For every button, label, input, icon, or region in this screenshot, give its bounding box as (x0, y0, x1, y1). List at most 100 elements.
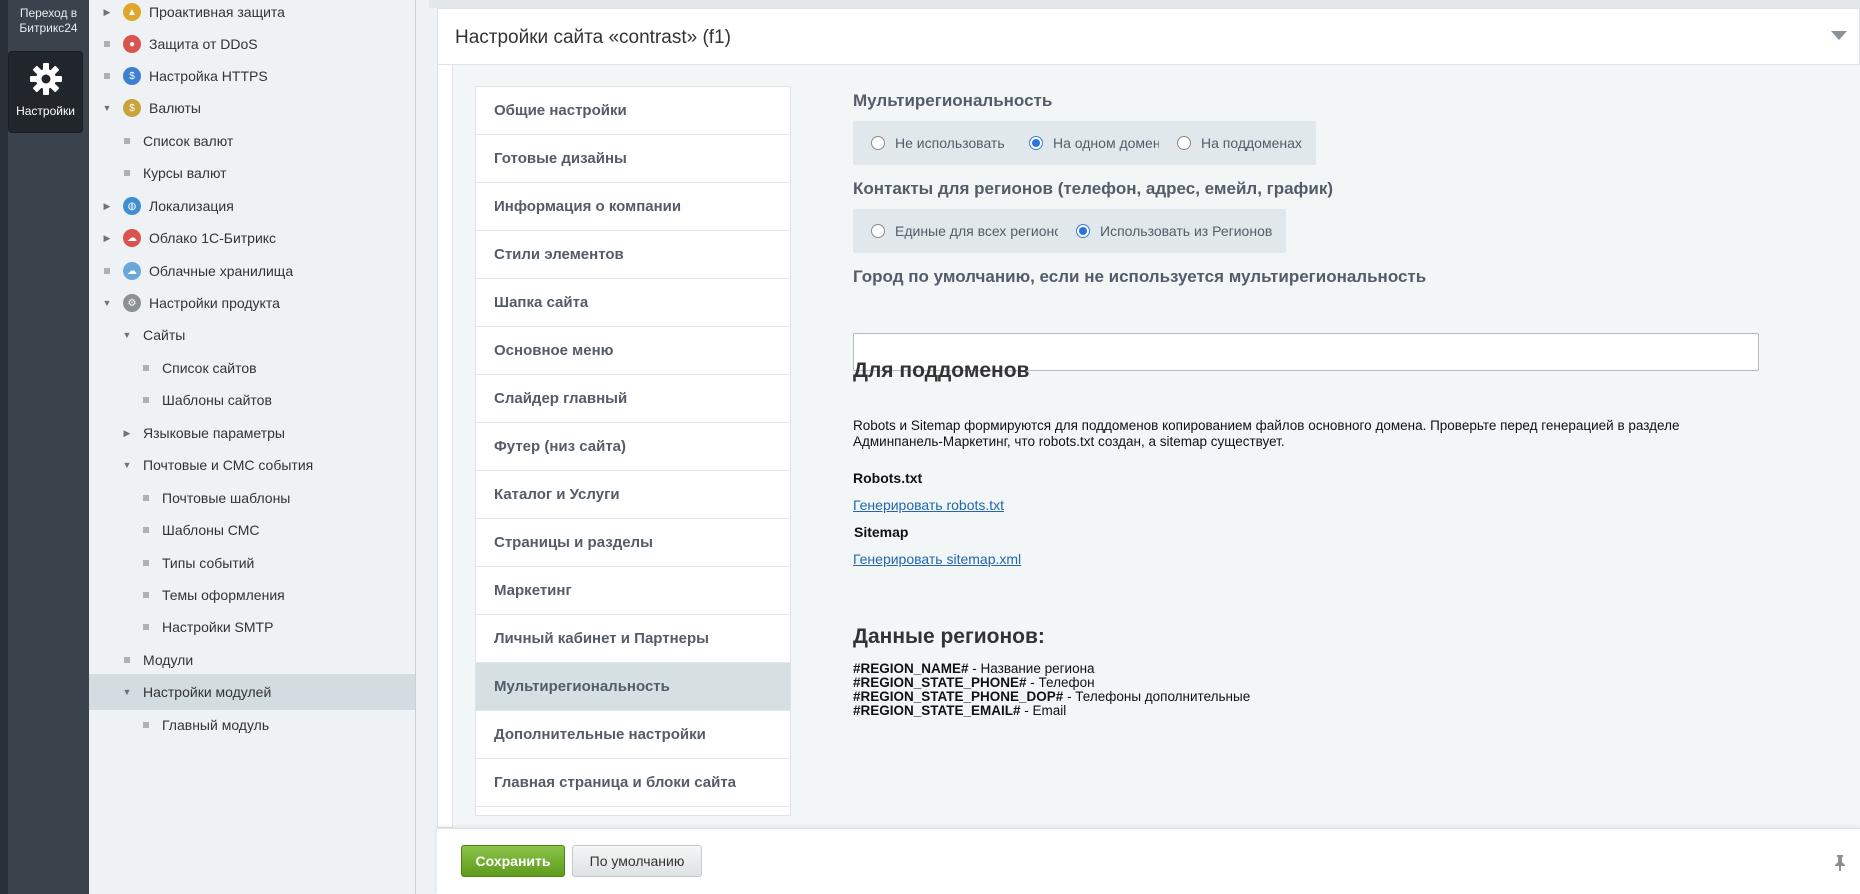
region-var-code: #REGION_STATE_EMAIL# (853, 703, 1021, 718)
left-edge-strip (0, 0, 8, 894)
admin-tree-menu: ▶ ▲ Проактивная защита ● Защита от DDoS $ Наст… (89, 0, 416, 894)
region-var-desc: - Телефоны дополнительные (1063, 689, 1251, 704)
radio-button[interactable] (1177, 136, 1191, 150)
region-var-desc: - Телефон (1026, 675, 1095, 690)
tree-item-label: Настройки модулей (143, 684, 272, 700)
collapse-icon[interactable] (1831, 31, 1847, 41)
tree-item-label: Настройка HTTPS (149, 68, 268, 84)
tree-item[interactable]: ▼ Сайты (89, 317, 415, 353)
goto-bitrix24-link[interactable]: Переход в Битрикс24 (8, 6, 89, 36)
tree-item[interactable]: Список сайтов (89, 350, 415, 386)
tree-item-label: Шаблоны сайтов (162, 392, 272, 408)
multiregion-option[interactable]: На поддоменах (1159, 121, 1316, 165)
expand-down-icon[interactable]: ▼ (101, 103, 113, 113)
settings-tab[interactable]: Страницы и разделы (476, 519, 790, 567)
default-button[interactable]: По умолчанию (572, 845, 702, 877)
settings-tab[interactable]: Стили элементов (476, 231, 790, 279)
bullet-icon (140, 365, 152, 371)
settings-tab[interactable]: Каталог и Услуги (476, 471, 790, 519)
expand-right-icon[interactable]: ▶ (101, 233, 113, 244)
generate-sitemap-link[interactable]: Генерировать sitemap.xml (853, 551, 1021, 567)
https-icon: $ (123, 67, 141, 85)
subdomains-description: Robots и Sitemap формируются для поддоме… (853, 418, 1680, 449)
settings-tab[interactable]: Главная страница и блоки сайта (476, 759, 790, 807)
tree-item[interactable]: Типы событий (89, 545, 415, 581)
settings-tab[interactable]: Общие настройки (476, 87, 790, 135)
tree-item-label: Облако 1С-Битрикс (149, 230, 277, 246)
contacts-option[interactable]: Использовать из Регионов (1058, 209, 1287, 253)
tree-item[interactable]: Темы оформления (89, 577, 415, 613)
settings-tab[interactable]: Мультирегиональность (476, 663, 790, 711)
settings-nav-button[interactable]: Настройки (8, 51, 83, 133)
tree-item[interactable]: ▶ Языковые параметры (89, 415, 415, 451)
settings-tab[interactable]: Дополнительные настройки (476, 711, 790, 759)
storage-icon: ☁ (123, 262, 141, 280)
bullet-icon (140, 527, 152, 533)
expand-down-icon[interactable]: ▼ (121, 330, 133, 340)
gear-icon: ⚙ (123, 294, 141, 312)
tree-item[interactable]: ▼ ⚙ Настройки продукта (89, 285, 415, 321)
radio-button[interactable] (1029, 136, 1043, 150)
settings-tab[interactable]: Маркетинг (476, 567, 790, 615)
tree-item[interactable]: Главный модуль (89, 707, 415, 743)
settings-tab[interactable]: Готовые дизайны (476, 135, 790, 183)
tree-item[interactable]: ● Защита от DDoS (89, 26, 415, 62)
expand-down-icon[interactable]: ▼ (121, 460, 133, 470)
settings-tab[interactable]: Футер (низ сайта) (476, 423, 790, 471)
region-var-code: #REGION_NAME# (853, 661, 969, 676)
tree-item-label: Список валют (143, 133, 234, 149)
pin-icon[interactable] (1834, 855, 1846, 871)
region-var-code: #REGION_STATE_PHONE_DOP# (853, 689, 1064, 704)
expand-right-icon[interactable]: ▶ (101, 201, 113, 212)
expand-right-icon[interactable]: ▶ (101, 7, 113, 18)
tree-item-label: Проактивная защита (149, 4, 285, 20)
tree-item[interactable]: ▶ ◍ Локализация (89, 188, 415, 224)
settings-tab[interactable]: Основное меню (476, 327, 790, 375)
contacts-label: Контакты для регионов (телефон, адрес, е… (853, 179, 1334, 198)
expand-down-icon[interactable]: ▼ (101, 298, 113, 308)
settings-panel: Настройки сайта «contrast» (f1) Общие на… (437, 8, 1860, 829)
expand-right-icon[interactable]: ▶ (121, 428, 133, 439)
subdomains-heading: Для поддоменов (853, 359, 1030, 382)
bullet-icon (140, 722, 152, 728)
tree-item-label: Главный модуль (162, 717, 270, 733)
bullet-icon (121, 138, 133, 144)
radio-button[interactable] (871, 224, 885, 238)
tree-item-label: Темы оформления (162, 587, 285, 603)
tree-item-label: Типы событий (162, 555, 255, 571)
settings-tab[interactable]: Слайдер главный (476, 375, 790, 423)
tree-item[interactable]: Шаблоны сайтов (89, 382, 415, 418)
tree-item[interactable]: ☁ Облачные хранилища (89, 253, 415, 289)
sitemap-label: Sitemap (854, 524, 909, 540)
tree-item[interactable]: Список валют (89, 123, 415, 159)
tree-item[interactable]: Почтовые шаблоны (89, 480, 415, 516)
radio-button[interactable] (1076, 224, 1090, 238)
tree-item[interactable]: $ Настройка HTTPS (89, 58, 415, 94)
settings-tab[interactable]: Шапка сайта (476, 279, 790, 327)
radio-button[interactable] (871, 136, 885, 150)
tree-item-label: Модули (143, 652, 194, 668)
tree-item[interactable]: ▼ Настройки модулей (89, 674, 415, 710)
generate-robots-link[interactable]: Генерировать robots.txt (853, 497, 1004, 513)
shield-icon: ● (123, 35, 141, 53)
tree-item-label: Облачные хранилища (149, 263, 294, 279)
save-button[interactable]: Сохранить (461, 845, 565, 877)
tree-item[interactable]: ▼ Почтовые и СМС события (89, 447, 415, 483)
settings-tab[interactable]: Информация о компании (476, 183, 790, 231)
tree-item[interactable]: Курсы валют (89, 155, 415, 191)
top-strip (429, 0, 1860, 8)
multiregion-option[interactable]: Не использовать (853, 121, 1019, 165)
tree-item[interactable]: Настройки SMTP (89, 609, 415, 645)
tree-item-label: Валюты (149, 100, 201, 116)
tree-item[interactable]: ▼ $ Валюты (89, 90, 415, 126)
tree-item[interactable]: ▶ ☁ Облако 1С-Битрикс (89, 220, 415, 256)
tree-item-label: Настройки продукта (149, 295, 280, 311)
tree-item-label: Список сайтов (162, 360, 257, 376)
tree-item[interactable]: Шаблоны СМС (89, 512, 415, 548)
contacts-option[interactable]: Единые для всех регионов (853, 209, 1084, 253)
expand-down-icon[interactable]: ▼ (121, 687, 133, 697)
multiregion-option[interactable]: На одном домене (1011, 121, 1183, 165)
tree-item[interactable]: Модули (89, 642, 415, 678)
region-var-desc: - Название региона (968, 661, 1095, 676)
settings-tab[interactable]: Личный кабинет и Партнеры (476, 615, 790, 663)
